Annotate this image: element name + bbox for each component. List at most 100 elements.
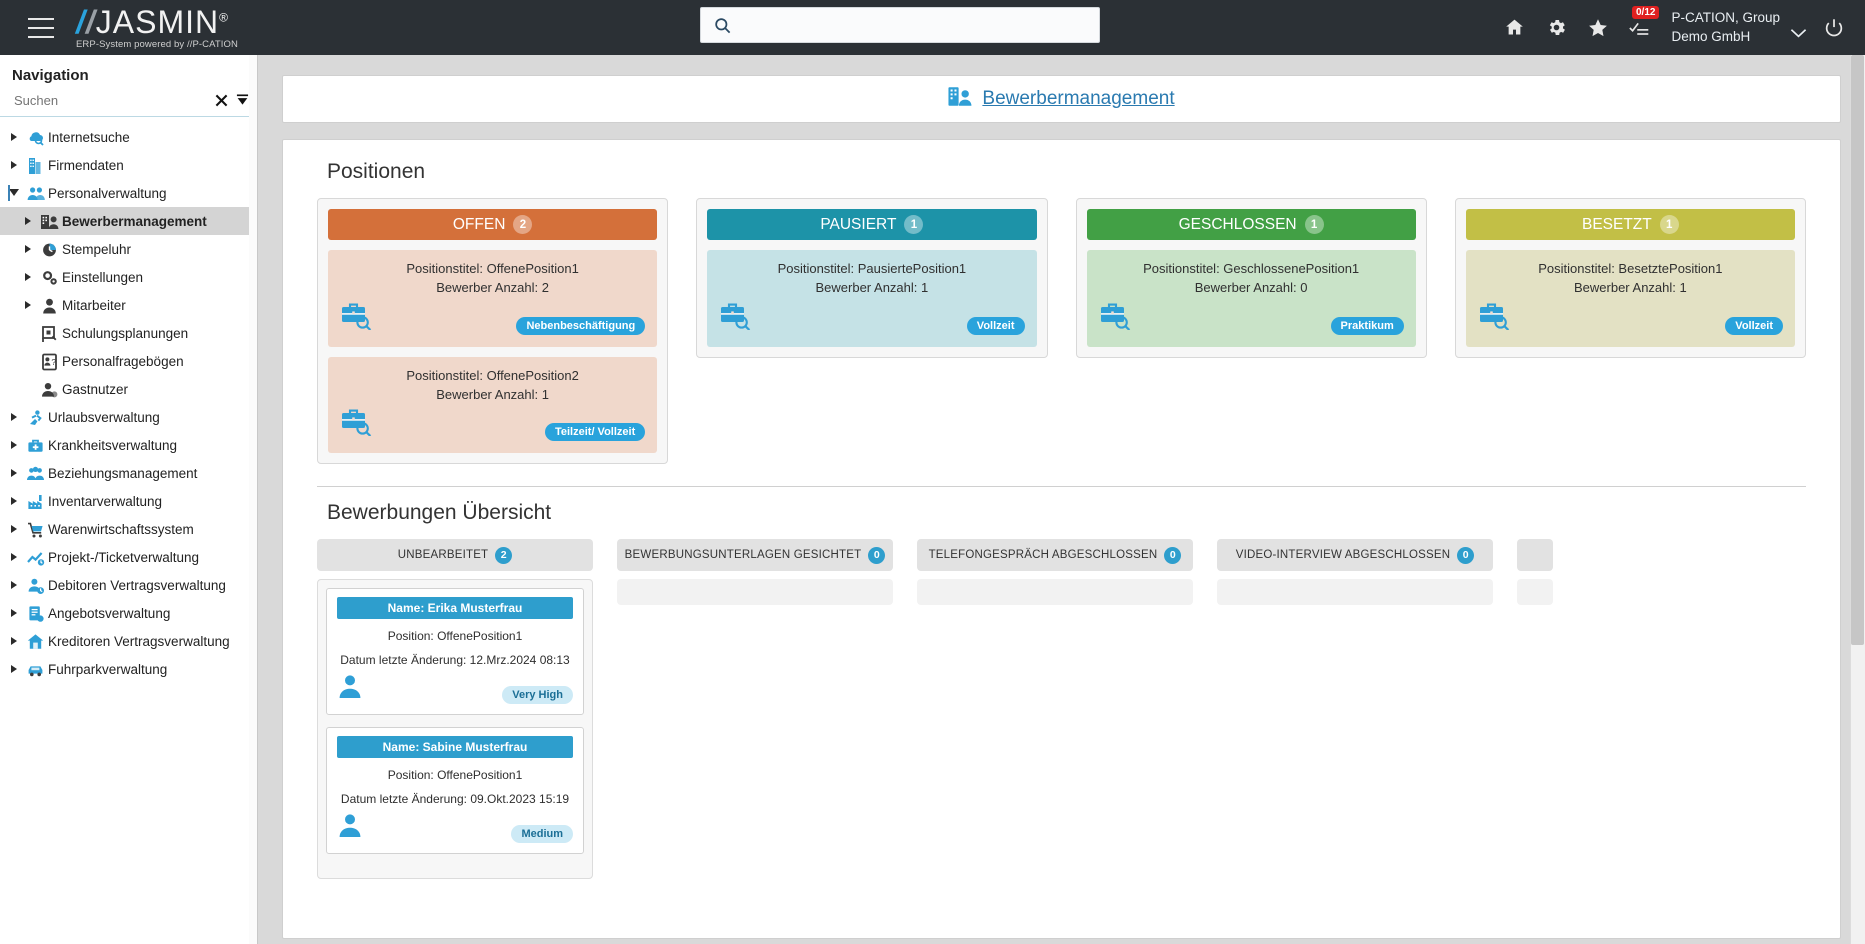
sidebar-item-kreditoren-vertragsverwaltung[interactable]: Kreditoren Vertragsverwaltung	[0, 627, 257, 655]
position-card[interactable]: Positionstitel: BesetztePosition1 Bewerb…	[1466, 250, 1795, 347]
chevron-right-icon[interactable]	[6, 441, 22, 449]
position-card[interactable]: Positionstitel: OffenePosition2 Bewerber…	[328, 357, 657, 454]
close-icon[interactable]	[215, 94, 228, 107]
sidebar-item-debitoren-vertragsverwaltung[interactable]: Debitoren Vertragsverwaltung	[0, 571, 257, 599]
document-clock-icon	[22, 604, 48, 623]
sidebar-item-schulungsplanungen[interactable]: Schulungsplanungen	[0, 319, 257, 347]
chevron-right-icon[interactable]	[6, 497, 22, 505]
chevron-right-icon[interactable]	[6, 553, 22, 561]
main-vertical-scrollbar[interactable]	[1850, 55, 1865, 944]
chevron-right-icon[interactable]	[20, 301, 36, 309]
logo-tagline: ERP-System powered by //P-CATION	[76, 39, 238, 50]
application-column-title: VIDEO-INTERVIEW ABGESCHLOSSEN	[1236, 549, 1451, 561]
chevron-right-icon[interactable]	[6, 609, 22, 617]
sidebar-item-einstellungen[interactable]: Einstellungen	[0, 263, 257, 291]
chevron-right-icon[interactable]	[6, 133, 22, 141]
cloud-search-icon	[22, 128, 48, 147]
briefcase-search-icon	[1478, 300, 1512, 335]
chevron-right-icon[interactable]	[6, 581, 22, 589]
questionnaire-icon: ?	[36, 352, 62, 371]
user-account-menu[interactable]: P-CATION, Group Demo GmbH	[1671, 9, 1807, 45]
chevron-right-icon[interactable]	[20, 217, 36, 225]
logo-text: JASMIN	[96, 4, 219, 40]
scrollbar-thumb[interactable]	[1851, 55, 1864, 645]
chevron-right-icon[interactable]	[6, 469, 22, 477]
star-icon[interactable]	[1577, 0, 1619, 55]
applicant-card[interactable]: Name: Sabine Musterfrau Position: Offene…	[326, 727, 584, 854]
page-title-link[interactable]: Bewerbermanagement	[982, 88, 1174, 110]
applicant-icon	[948, 86, 972, 112]
sidebar-item-beziehungsmanagement[interactable]: Beziehungsmanagement	[0, 459, 257, 487]
sidebar-item-personalfrageb-gen[interactable]: ?Personalfragebögen	[0, 347, 257, 375]
sidebar-scrollbar[interactable]	[249, 55, 257, 944]
sidebar-item-angebotsverwaltung[interactable]: Angebotsverwaltung	[0, 599, 257, 627]
position-column: OFFEN 2 Positionstitel: OffenePosition1 …	[317, 198, 668, 464]
chevron-right-icon[interactable]	[6, 637, 22, 645]
sidebar-item-label: Urlaubsverwaltung	[48, 410, 160, 425]
positions-row: OFFEN 2 Positionstitel: OffenePosition1 …	[305, 198, 1818, 464]
application-column-count: 0	[868, 547, 885, 564]
position-card[interactable]: Positionstitel: GeschlossenePosition1 Be…	[1087, 250, 1416, 347]
app-logo[interactable]: //JASMIN® ERP-System powered by //P-CATI…	[76, 6, 238, 50]
position-column-count: 1	[1660, 215, 1679, 234]
sidebar-item-stempeluhr[interactable]: Stempeluhr	[0, 235, 257, 263]
position-column-header[interactable]: PAUSIERT 1	[707, 209, 1036, 240]
sidebar-item-internetsuche[interactable]: Internetsuche	[0, 123, 257, 151]
sidebar-item-urlaubsverwaltung[interactable]: Urlaubsverwaltung	[0, 403, 257, 431]
hamburger-icon[interactable]	[28, 18, 54, 38]
chevron-right-icon[interactable]	[6, 161, 22, 169]
chevron-right-icon[interactable]	[6, 413, 22, 421]
global-search[interactable]	[700, 7, 1100, 43]
power-icon[interactable]	[1813, 0, 1855, 55]
sidebar-item-bewerbermanagement[interactable]: Bewerbermanagement	[0, 207, 257, 235]
sidebar-item-fuhrparkverwaltung[interactable]: Fuhrparkverwaltung	[0, 655, 257, 683]
chevron-right-icon[interactable]	[6, 665, 22, 673]
position-column: GESCHLOSSEN 1 Positionstitel: Geschlosse…	[1076, 198, 1427, 358]
header-icon-group: 0/12 P-CATION, Group Demo GmbH	[1493, 0, 1855, 55]
gear-icon[interactable]	[1535, 0, 1577, 55]
clock-icon	[36, 240, 62, 259]
sidebar-item-personalverwaltung[interactable]: Personalverwaltung	[0, 179, 257, 207]
position-column-header[interactable]: OFFEN 2	[328, 209, 657, 240]
position-title: Positionstitel: OffenePosition2	[340, 367, 645, 386]
position-card[interactable]: Positionstitel: OffenePosition1 Bewerber…	[328, 250, 657, 347]
sidebar-item-label: Projekt-/Ticketverwaltung	[48, 550, 199, 565]
application-column: VIDEO-INTERVIEW ABGESCHLOSSEN 0	[1217, 539, 1493, 879]
position-column: PAUSIERT 1 Positionstitel: PausiertePosi…	[696, 198, 1047, 358]
application-column-header[interactable]: UNBEARBEITET 2	[317, 539, 593, 571]
sidebar-item-label: Internetsuche	[48, 130, 130, 145]
position-column: BESETZT 1 Positionstitel: BesetztePositi…	[1455, 198, 1806, 358]
application-column: UNBEARBEITET 2 Name: Erika Musterfrau Po…	[317, 539, 593, 879]
search-input[interactable]	[732, 8, 1099, 42]
application-column-header[interactable]: BEWERBUNGSUNTERLAGEN GESICHTET 0	[617, 539, 893, 571]
home-icon[interactable]	[1493, 0, 1535, 55]
application-column-header[interactable]: TELEFONGESPRÄCH ABGESCHLOSSEN 0	[917, 539, 1193, 571]
sidebar-item-inventarverwaltung[interactable]: Inventarverwaltung	[0, 487, 257, 515]
chevron-right-icon[interactable]	[20, 245, 36, 253]
applications-row: UNBEARBEITET 2 Name: Erika Musterfrau Po…	[305, 539, 1818, 879]
sidebar-item-mitarbeiter[interactable]: Mitarbeiter	[0, 291, 257, 319]
position-column-header[interactable]: GESCHLOSSEN 1	[1087, 209, 1416, 240]
position-card[interactable]: Positionstitel: PausiertePosition1 Bewer…	[707, 250, 1036, 347]
project-chart-icon	[22, 548, 48, 567]
application-column-header[interactable]	[1517, 539, 1553, 571]
position-column-header[interactable]: BESETZT 1	[1466, 209, 1795, 240]
applicant-card[interactable]: Name: Erika Musterfrau Position: OffeneP…	[326, 588, 584, 715]
application-column-header[interactable]: VIDEO-INTERVIEW ABGESCHLOSSEN 0	[1217, 539, 1493, 571]
sidebar-item-gastnutzer[interactable]: Gastnutzer	[0, 375, 257, 403]
collapse-all-icon[interactable]	[236, 94, 249, 107]
application-column-title: TELEFONGESPRÄCH ABGESCHLOSSEN	[929, 549, 1158, 561]
chevron-right-icon[interactable]	[20, 273, 36, 281]
sidebar-search-input[interactable]	[12, 92, 207, 109]
user-org-line2: Demo GmbH	[1671, 28, 1780, 46]
sidebar-item-projekt-ticketverwaltung[interactable]: Projekt-/Ticketverwaltung	[0, 543, 257, 571]
tasklist-icon[interactable]: 0/12	[1619, 0, 1661, 55]
sidebar-item-firmendaten[interactable]: Firmendaten	[0, 151, 257, 179]
employment-type-chip: Nebenbeschäftigung	[516, 317, 645, 335]
position-column-title: BESETZT	[1582, 216, 1652, 234]
sidebar-item-krankheitsverwaltung[interactable]: Krankheitsverwaltung	[0, 431, 257, 459]
group-icon	[22, 464, 48, 483]
user-org-line1: P-CATION, Group	[1671, 9, 1780, 27]
chevron-right-icon[interactable]	[6, 525, 22, 533]
sidebar-item-warenwirtschaftssystem[interactable]: Warenwirtschaftssystem	[0, 515, 257, 543]
